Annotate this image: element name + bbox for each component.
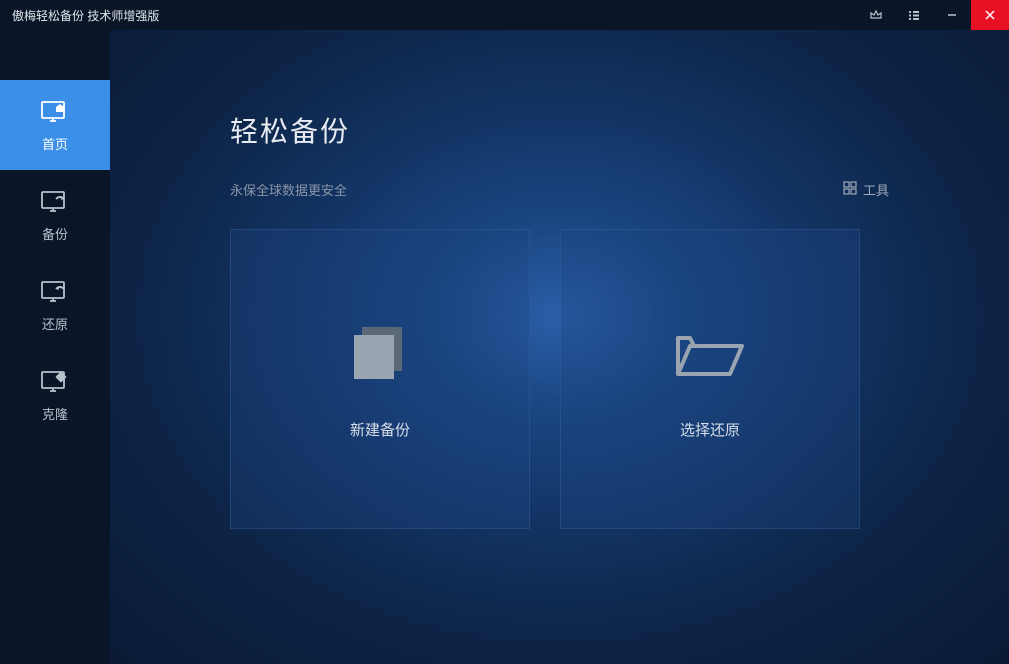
clone-monitor-icon [39, 368, 71, 396]
grid-icon [843, 181, 857, 198]
titlebar-controls [857, 0, 1009, 30]
minimize-button[interactable] [933, 0, 971, 30]
sidebar-item-backup[interactable]: 备份 [0, 170, 110, 260]
folder-open-icon [670, 319, 750, 389]
restore-monitor-icon [39, 278, 71, 306]
sidebar-item-clone[interactable]: 克隆 [0, 350, 110, 440]
card-label: 选择还原 [680, 419, 740, 440]
sidebar-item-label: 克隆 [42, 404, 68, 423]
sidebar-item-restore[interactable]: 还原 [0, 260, 110, 350]
card-new-backup[interactable]: 新建备份 [230, 229, 530, 529]
page-subtitle: 永保全球数据更安全 [230, 180, 347, 199]
menu-icon[interactable] [895, 0, 933, 30]
tools-label: 工具 [863, 180, 889, 199]
sidebar-item-label: 还原 [42, 314, 68, 333]
window-title: 傲梅轻松备份 技术师增强版 [12, 7, 857, 24]
sidebar-item-home[interactable]: 首页 [0, 80, 110, 170]
titlebar: 傲梅轻松备份 技术师增强版 [0, 0, 1009, 30]
card-label: 新建备份 [350, 419, 410, 440]
backup-monitor-icon [39, 188, 71, 216]
sidebar-item-label: 首页 [42, 134, 68, 153]
tools-link[interactable]: 工具 [843, 180, 889, 199]
crown-icon[interactable] [857, 0, 895, 30]
page-title: 轻松备份 [230, 110, 889, 150]
sidebar-item-label: 备份 [42, 224, 68, 243]
copy-icon [340, 319, 420, 389]
sidebar: 首页 备份 [0, 30, 110, 664]
main-content: 轻松备份 永保全球数据更安全 工具 [110, 30, 1009, 664]
card-restore[interactable]: 选择还原 [560, 229, 860, 529]
home-monitor-icon [39, 98, 71, 126]
close-button[interactable] [971, 0, 1009, 30]
